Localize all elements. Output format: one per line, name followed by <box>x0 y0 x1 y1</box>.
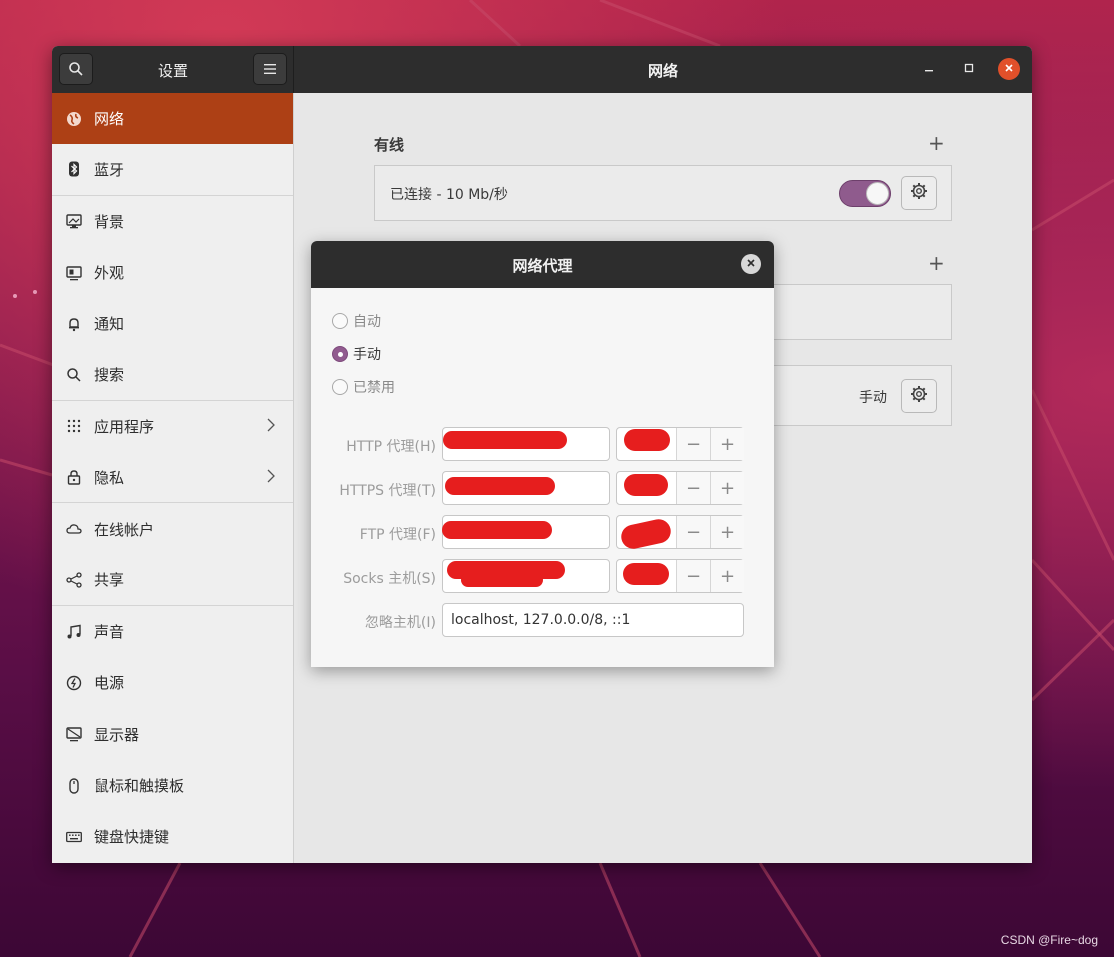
sidebar-item-label: 显示器 <box>94 725 140 744</box>
redaction-ftp-host <box>442 521 552 539</box>
apps-grid-icon <box>66 418 82 434</box>
bell-icon <box>66 316 82 332</box>
sidebar-item-bluetooth[interactable]: 蓝牙 <box>52 144 293 196</box>
proxy-mode-value: 手动 <box>859 390 887 406</box>
sidebar-item-background[interactable]: 背景 <box>52 196 293 247</box>
redaction-socks-port <box>623 563 669 585</box>
sidebar: 网络 蓝牙 背景 外观 通知 搜索 应用程序 隐私 在线帐户 共享 声音 电源 … <box>52 93 294 863</box>
menu-button[interactable] <box>253 53 287 85</box>
close-icon <box>1004 61 1014 77</box>
watermark: CSDN @Fire~dog <box>1000 933 1098 947</box>
wired-connection-row: 已连接 - 10 Mb/秒 <box>374 165 952 221</box>
power-icon <box>66 675 82 691</box>
sidebar-item-network[interactable]: 网络 <box>52 93 293 145</box>
sidebar-item-privacy[interactable]: 隐私 <box>52 452 293 504</box>
bluetooth-icon <box>66 161 82 177</box>
music-note-icon <box>66 624 82 640</box>
sidebar-item-label: 电源 <box>94 674 125 693</box>
wired-status: 已连接 - 10 Mb/秒 <box>390 187 508 203</box>
wired-heading: 有线 <box>374 136 405 154</box>
sidebar-item-label: 键盘快捷键 <box>94 828 170 847</box>
minimize-button[interactable] <box>918 58 940 80</box>
sidebar-item-label: 通知 <box>94 315 125 334</box>
sidebar-item-label: 鼠标和触摸板 <box>94 777 185 795</box>
sidebar-header: 设置 <box>52 46 294 93</box>
sidebar-title: 设置 <box>157 62 188 80</box>
add-wired-button[interactable]: + <box>928 133 945 153</box>
search-icon <box>68 61 84 77</box>
sidebar-item-label: 搜索 <box>94 366 125 385</box>
titlebar: 设置 网络 <box>52 46 1032 93</box>
sidebar-item-notifications[interactable]: 通知 <box>52 298 293 349</box>
lock-icon <box>66 469 82 485</box>
sidebar-item-label: 蓝牙 <box>94 160 125 179</box>
wired-toggle[interactable] <box>839 180 891 207</box>
maximize-icon <box>964 61 974 77</box>
sidebar-item-label: 在线帐户 <box>94 520 155 539</box>
hamburger-menu-icon <box>263 63 277 75</box>
search-icon <box>66 367 82 383</box>
sidebar-item-applications[interactable]: 应用程序 <box>52 401 293 452</box>
background-icon <box>66 213 82 229</box>
sidebar-item-label: 隐私 <box>94 468 125 487</box>
display-icon <box>66 726 82 742</box>
cloud-icon <box>66 521 82 537</box>
sidebar-item-label: 背景 <box>94 212 125 231</box>
gear-icon <box>910 385 928 407</box>
sidebar-item-label: 应用程序 <box>94 417 155 436</box>
chevron-right-icon <box>267 418 275 436</box>
minimize-icon <box>924 61 934 77</box>
sidebar-item-displays[interactable]: 显示器 <box>52 709 293 760</box>
sidebar-item-sound[interactable]: 声音 <box>52 606 293 657</box>
redaction-ftp-port <box>621 519 671 549</box>
keyboard-icon <box>66 829 82 845</box>
sidebar-item-label: 共享 <box>94 571 125 590</box>
sidebar-item-label: 外观 <box>94 264 125 283</box>
sidebar-item-sharing[interactable]: 共享 <box>52 555 293 606</box>
mouse-icon <box>66 777 82 794</box>
share-icon <box>66 572 82 588</box>
appearance-icon <box>66 265 82 281</box>
sidebar-item-keyboard-shortcuts[interactable]: 键盘快捷键 <box>52 811 293 862</box>
close-button[interactable] <box>998 58 1020 80</box>
sidebar-item-label: 网络 <box>94 110 125 129</box>
gear-icon <box>910 182 928 204</box>
sidebar-item-online-accounts[interactable]: 在线帐户 <box>52 503 293 554</box>
redaction-https-port <box>624 474 668 496</box>
network-proxy-dialog: 网络代理 自动 手动 已禁用 HTTP 代理(H) − + HTTPS 代理(T… <box>311 241 774 667</box>
plus-icon: + <box>928 251 945 275</box>
sidebar-item-power[interactable]: 电源 <box>52 657 293 708</box>
redaction-marks <box>442 429 671 587</box>
search-button[interactable] <box>59 53 93 85</box>
redaction-socks-host-2 <box>461 573 543 587</box>
sidebar-item-appearance[interactable]: 外观 <box>52 247 293 298</box>
chevron-right-icon <box>267 469 275 487</box>
sidebar-item-mouse-touchpad[interactable]: 鼠标和触摸板 <box>52 760 293 811</box>
toggle-knob <box>866 182 889 205</box>
sidebar-item-label: 声音 <box>94 623 125 642</box>
redaction-https-host <box>445 477 555 495</box>
proxy-settings-button[interactable] <box>901 379 937 413</box>
add-vpn-button[interactable]: + <box>928 253 945 273</box>
redaction-http-host <box>443 431 567 449</box>
maximize-button[interactable] <box>958 58 980 80</box>
globe-icon <box>66 111 82 127</box>
sidebar-item-search[interactable]: 搜索 <box>52 349 293 401</box>
redaction-http-port <box>624 429 670 451</box>
plus-icon: + <box>928 131 945 155</box>
wired-settings-button[interactable] <box>901 176 937 210</box>
